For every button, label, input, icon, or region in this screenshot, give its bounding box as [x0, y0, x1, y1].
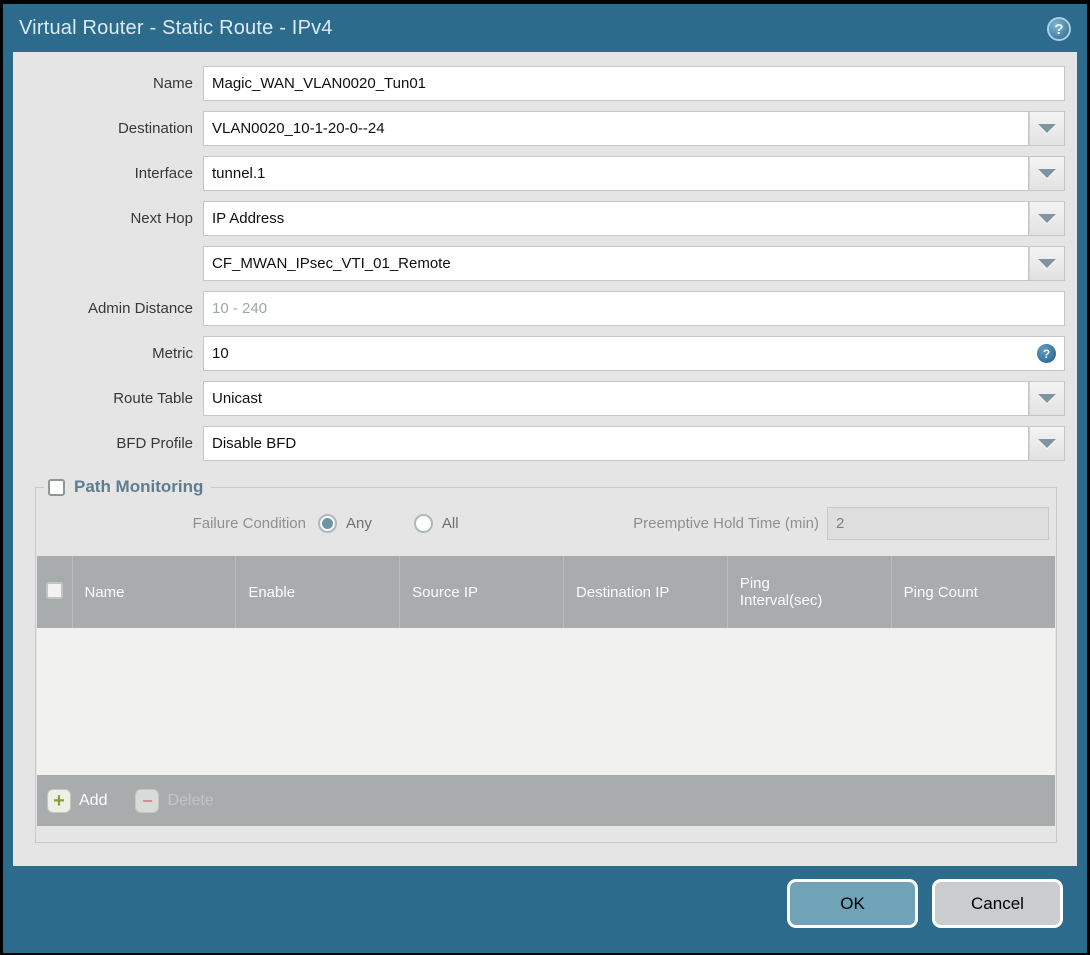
next-hop-address-input[interactable]: [203, 246, 1029, 281]
next-hop-label: Next Hop: [130, 210, 193, 227]
failure-condition-all-label: All: [441, 515, 459, 532]
preemptive-hold-time-input: [827, 507, 1049, 540]
preemptive-hold-time-label: Preemptive Hold Time (min): [633, 515, 819, 532]
route-table-dropdown-button[interactable]: [1029, 381, 1065, 416]
ok-button[interactable]: OK: [787, 879, 918, 928]
failure-condition-all-radio: [413, 514, 433, 533]
dialog-frame: Virtual Router - Static Route - IPv4 ? N…: [3, 4, 1087, 953]
next-hop-address-row: [13, 246, 1077, 281]
table-select-all-cell: [37, 556, 73, 628]
interface-label: Interface: [134, 165, 193, 182]
delete-button-label: Delete: [167, 791, 214, 809]
add-plus-icon: +: [47, 788, 71, 813]
chevron-down-icon: [1038, 124, 1056, 133]
name-row: Name: [13, 66, 1077, 101]
next-hop-type-dropdown-button[interactable]: [1029, 201, 1065, 236]
destination-input[interactable]: [203, 111, 1029, 146]
table-header-name: Name: [72, 556, 237, 628]
table-header-destination-ip: Destination IP: [563, 556, 728, 628]
path-monitoring-table: Name Enable Source IP Destination IP Pin…: [37, 556, 1055, 775]
table-header-ping-interval: Ping Interval(sec): [727, 556, 892, 628]
path-monitoring-checkbox[interactable]: [48, 478, 65, 496]
chevron-down-icon: [1038, 169, 1056, 178]
interface-dropdown-button[interactable]: [1029, 156, 1065, 191]
interface-row: Interface: [13, 156, 1077, 191]
next-hop-address-dropdown-button[interactable]: [1029, 246, 1065, 281]
chevron-down-icon: [1038, 394, 1056, 403]
destination-label: Destination: [117, 120, 193, 137]
table-select-all-checkbox: [45, 581, 63, 599]
table-empty-area: [37, 628, 1055, 775]
destination-dropdown-button[interactable]: [1029, 111, 1065, 146]
failure-condition-any-radio: [318, 514, 337, 533]
table-toolbar: + Add − Delete: [37, 775, 1055, 826]
bfd-profile-row: BFD Profile: [13, 426, 1077, 461]
failure-condition-any-label: Any: [346, 515, 372, 532]
table-header-enable: Enable: [235, 556, 401, 628]
dialog-footer: OK Cancel: [3, 866, 1087, 953]
chevron-down-icon: [1038, 214, 1056, 223]
admin-distance-label: Admin Distance: [87, 300, 193, 317]
next-hop-type-input[interactable]: [203, 201, 1029, 236]
cancel-button[interactable]: Cancel: [932, 879, 1063, 928]
next-hop-row: Next Hop: [13, 201, 1077, 236]
table-header-row: Name Enable Source IP Destination IP Pin…: [37, 556, 1055, 628]
bfd-profile-label: BFD Profile: [116, 435, 193, 452]
dialog-titlebar: Virtual Router - Static Route - IPv4 ?: [3, 4, 1087, 52]
metric-input[interactable]: [203, 336, 1065, 371]
route-table-row: Route Table: [13, 381, 1077, 416]
chevron-down-icon: [1038, 259, 1056, 268]
metric-label: Metric: [152, 345, 193, 362]
dialog-content: Name Destination Interface Next Hop: [13, 52, 1077, 866]
metric-help-icon[interactable]: ?: [1037, 344, 1056, 363]
bfd-profile-input[interactable]: [203, 426, 1029, 461]
interface-input[interactable]: [203, 156, 1029, 191]
add-button[interactable]: + Add: [47, 788, 108, 813]
chevron-down-icon: [1038, 439, 1056, 448]
metric-row: Metric ?: [13, 336, 1077, 371]
table-header-ping-count: Ping Count: [891, 556, 1055, 628]
path-monitoring-section: Path Monitoring Failure Condition Any Al…: [35, 477, 1057, 843]
failure-condition-label: Failure Condition: [192, 515, 306, 532]
route-table-label: Route Table: [113, 390, 193, 407]
name-label: Name: [152, 75, 193, 92]
name-input[interactable]: [203, 66, 1065, 101]
delete-button: − Delete: [135, 788, 214, 813]
help-icon[interactable]: ?: [1047, 17, 1071, 41]
dialog-title: Virtual Router - Static Route - IPv4: [19, 16, 333, 39]
admin-distance-row: Admin Distance: [13, 291, 1077, 326]
path-monitoring-legend: Path Monitoring: [44, 477, 211, 497]
failure-condition-row: Failure Condition Any All Preemptive Hol…: [36, 507, 1056, 540]
bfd-profile-dropdown-button[interactable]: [1029, 426, 1065, 461]
route-table-input[interactable]: [203, 381, 1029, 416]
destination-row: Destination: [13, 111, 1077, 146]
delete-minus-icon: −: [135, 788, 160, 813]
admin-distance-input[interactable]: [203, 291, 1065, 326]
table-empty-row: [37, 628, 1055, 775]
add-button-label: Add: [79, 791, 108, 809]
path-monitoring-title: Path Monitoring: [74, 477, 204, 496]
table-header-source-ip: Source IP: [399, 556, 564, 628]
